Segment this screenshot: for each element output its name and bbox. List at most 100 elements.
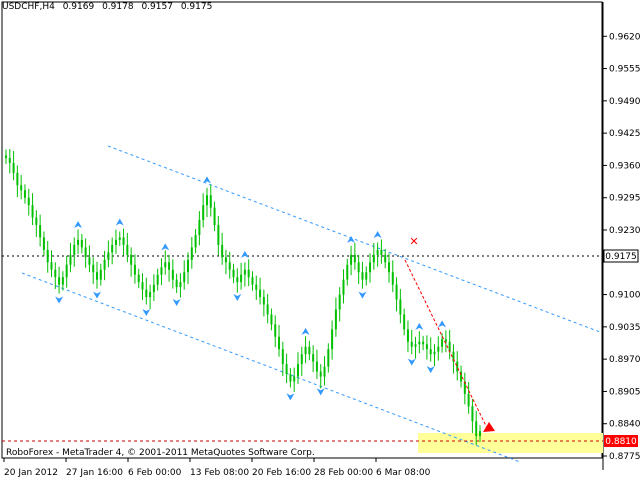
candle-body bbox=[346, 264, 349, 280]
fractal-down-icon bbox=[426, 366, 435, 374]
candle-body bbox=[103, 259, 106, 270]
candle-body bbox=[384, 254, 387, 263]
forecast-arrow-line bbox=[404, 259, 489, 431]
fractal-up-icon bbox=[301, 327, 310, 335]
candle-body bbox=[8, 157, 11, 163]
candle-body bbox=[92, 264, 95, 273]
candle-body bbox=[425, 344, 428, 350]
candle-body bbox=[369, 262, 372, 273]
fractal-up-icon bbox=[202, 176, 211, 184]
fractal-down-icon bbox=[172, 299, 181, 307]
fractal-down-icon bbox=[142, 308, 151, 316]
candle-body bbox=[361, 272, 364, 280]
candle-body bbox=[65, 264, 68, 278]
candle-body bbox=[198, 220, 201, 235]
time-tick-label: 6 Mar 08:00 bbox=[376, 468, 431, 478]
candle-body bbox=[137, 274, 140, 283]
candle-body bbox=[221, 244, 224, 258]
candle-body bbox=[236, 277, 239, 283]
candle-body bbox=[31, 205, 34, 218]
chart-header: USDCHF,H4 0.9169 0.9178 0.9157 0.9175 bbox=[2, 2, 217, 12]
candle-body bbox=[42, 237, 45, 250]
candle-body bbox=[58, 277, 61, 285]
price-tick-label: 0.9295 bbox=[609, 194, 640, 204]
price-tick-label: 0.8840 bbox=[609, 420, 640, 430]
candle-body bbox=[357, 262, 360, 273]
candle-body bbox=[406, 329, 409, 342]
time-tick-label: 28 Feb 00:00 bbox=[314, 468, 373, 478]
candle-body bbox=[141, 282, 144, 290]
time-tick-label: 27 Jan 16:00 bbox=[66, 468, 123, 478]
candle-body bbox=[84, 247, 87, 258]
candle-body bbox=[334, 309, 337, 330]
chart-window: ✕ 0.9620 0.9555 0.9490 0.9425 0.9360 0.9295 0.… bbox=[0, 0, 640, 480]
price-tick-label: 0.8905 bbox=[609, 387, 640, 397]
candle-body bbox=[380, 249, 383, 255]
candle-body bbox=[27, 197, 30, 206]
ohlc-close: 0.9175 bbox=[180, 2, 213, 12]
candle-body bbox=[111, 244, 114, 253]
candle-body bbox=[331, 329, 334, 350]
candle-body bbox=[228, 262, 231, 270]
candle-body bbox=[479, 431, 481, 437]
candle-body bbox=[429, 349, 432, 355]
fractal-up-icon bbox=[115, 218, 124, 226]
candle-body bbox=[99, 269, 102, 280]
candle-body bbox=[149, 292, 152, 298]
candle-body bbox=[255, 284, 258, 290]
channel-upper-line bbox=[107, 145, 601, 333]
ohlc-high: 0.9178 bbox=[102, 2, 134, 12]
candle-body bbox=[418, 341, 421, 345]
candle-body bbox=[175, 279, 178, 288]
candle-body bbox=[35, 217, 38, 226]
candle-body bbox=[391, 272, 394, 285]
candle-body bbox=[293, 376, 296, 382]
fractal-up-icon bbox=[415, 322, 424, 330]
candle-body bbox=[213, 207, 216, 226]
fractal-down-icon bbox=[233, 294, 242, 302]
candle-body bbox=[342, 279, 345, 295]
candle-body bbox=[194, 234, 197, 248]
chart-canvas[interactable]: ✕ 0.96200.95550.94900.94250.93600.92950.… bbox=[0, 0, 640, 480]
price-tick-label: 0.9035 bbox=[609, 323, 640, 333]
candle-body bbox=[281, 349, 284, 365]
price-tick-label: 0.8775 bbox=[609, 452, 640, 462]
candle-body bbox=[73, 244, 76, 255]
candle-body bbox=[46, 249, 49, 263]
candle-body bbox=[422, 341, 425, 345]
candle-body bbox=[274, 324, 277, 337]
price-tick-label: 0.9555 bbox=[609, 65, 640, 75]
candle-body bbox=[205, 195, 208, 206]
ohlc-open: 0.9169 bbox=[62, 2, 95, 12]
price-tick-label: 0.9425 bbox=[609, 129, 640, 139]
candle-body bbox=[399, 299, 402, 315]
fractal-up-icon bbox=[347, 235, 356, 243]
candle-body bbox=[353, 254, 356, 263]
candle-body bbox=[259, 289, 262, 298]
candle-body bbox=[278, 336, 281, 350]
candle-body bbox=[308, 346, 311, 355]
candle-body bbox=[312, 354, 315, 362]
candle-body bbox=[365, 272, 368, 280]
candle-body bbox=[304, 346, 307, 355]
candle-body bbox=[285, 364, 288, 375]
fractal-down-icon bbox=[286, 393, 295, 401]
symbol-timeframe: USDCHF,H4 bbox=[2, 2, 55, 12]
candle-body bbox=[114, 239, 117, 245]
candle-body bbox=[247, 269, 250, 278]
candle-body bbox=[471, 406, 474, 422]
candle-body bbox=[395, 284, 398, 300]
candle-body bbox=[190, 247, 193, 260]
candle-body bbox=[209, 195, 212, 208]
fractal-up-icon bbox=[438, 320, 447, 328]
candle-body bbox=[164, 262, 167, 268]
candle-body bbox=[54, 269, 57, 278]
candle-body bbox=[350, 254, 353, 265]
fractal-up-icon bbox=[373, 230, 382, 238]
candle-body bbox=[168, 262, 171, 270]
candle-body bbox=[145, 289, 148, 298]
candle-body bbox=[323, 366, 326, 377]
candle-body bbox=[160, 267, 163, 275]
candle-body bbox=[475, 421, 478, 437]
candle-body bbox=[224, 257, 227, 263]
